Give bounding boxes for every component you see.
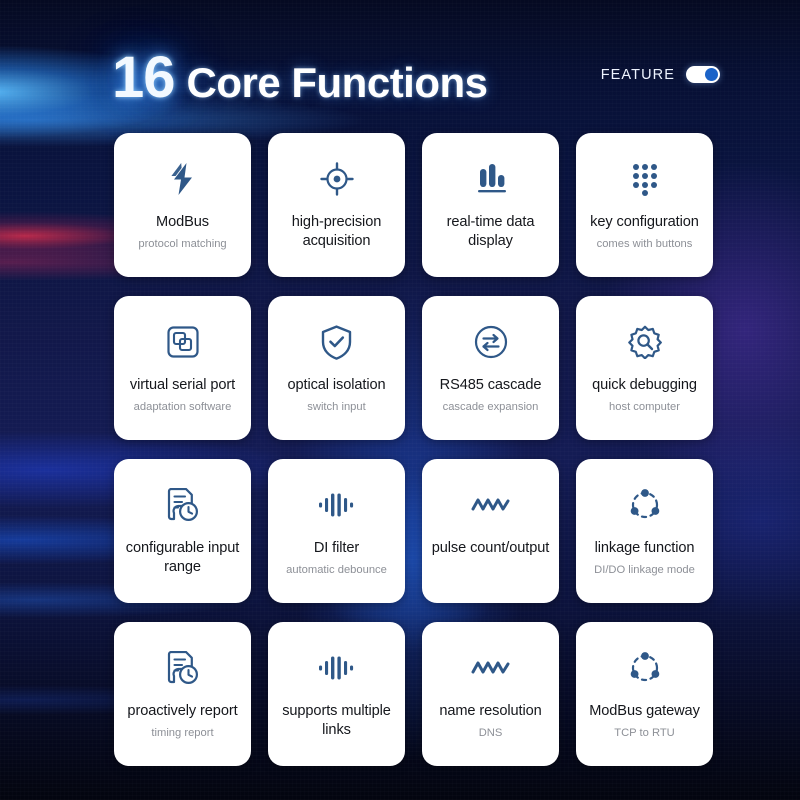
feature-card-title: key configuration bbox=[590, 214, 699, 230]
feature-card-subtitle: host computer bbox=[609, 400, 680, 413]
feature-card[interactable]: high-precision acquisition bbox=[268, 133, 405, 277]
feature-card[interactable]: linkage function DI/DO linkage mode bbox=[576, 459, 713, 603]
feature-cards-grid: ModBus protocol matching high-precision a… bbox=[114, 133, 714, 766]
document-clock-icon bbox=[166, 485, 199, 525]
feature-card-title: supports multiple links bbox=[282, 703, 391, 738]
title-text: Core Functions bbox=[186, 58, 489, 106]
feature-card-title: proactively report bbox=[127, 703, 238, 719]
feature-card[interactable]: proactively report timing report bbox=[114, 622, 251, 766]
overlapping-squares-icon bbox=[166, 322, 200, 362]
feature-card-title: ModBus gateway bbox=[589, 703, 700, 719]
feature-card[interactable]: pulse count/output bbox=[422, 459, 559, 603]
feature-card-title: DI filter bbox=[313, 540, 360, 556]
shield-check-icon bbox=[321, 322, 352, 362]
feature-card[interactable]: configurable input range bbox=[114, 459, 251, 603]
feature-card[interactable]: optical isolation switch input bbox=[268, 296, 405, 440]
feature-card-subtitle: protocol matching bbox=[138, 237, 227, 250]
feature-card-subtitle: switch input bbox=[307, 400, 366, 413]
toggle-knob bbox=[705, 68, 718, 81]
feature-card[interactable]: ModBus gateway TCP to RTU bbox=[576, 622, 713, 766]
feature-card-subtitle: DNS bbox=[478, 726, 503, 739]
feature-card-title: optical isolation bbox=[287, 377, 386, 393]
title-number: 16 bbox=[112, 44, 176, 110]
feature-card-subtitle: cascade expansion bbox=[442, 400, 539, 413]
waveform-bars-icon bbox=[318, 648, 356, 688]
feature-card[interactable]: supports multiple links bbox=[268, 622, 405, 766]
feature-card-subtitle: DI/DO linkage mode bbox=[594, 563, 695, 576]
feature-card-subtitle: comes with buttons bbox=[596, 237, 693, 250]
feature-card[interactable]: ModBus protocol matching bbox=[114, 133, 251, 277]
zigzag-wave-icon bbox=[471, 485, 511, 525]
feature-card[interactable]: DI filter automatic debounce bbox=[268, 459, 405, 603]
feature-card-subtitle: automatic debounce bbox=[286, 563, 387, 576]
document-clock-icon bbox=[166, 648, 199, 688]
share-nodes-icon bbox=[628, 485, 662, 525]
feature-card-title: high-precision acquisition bbox=[291, 214, 382, 249]
gear-search-icon bbox=[627, 322, 662, 362]
feature-toggle-group[interactable]: FEATURE bbox=[601, 66, 720, 83]
feature-card-title: RS485 cascade bbox=[439, 377, 542, 393]
page-title: 16 Core Functions bbox=[112, 44, 488, 111]
keypad-dots-icon bbox=[628, 159, 662, 199]
poster-canvas: 16 Core Functions FEATURE ModBus protocol… bbox=[0, 0, 800, 800]
feature-label: FEATURE bbox=[600, 66, 675, 83]
bar-chart-icon bbox=[474, 159, 508, 199]
feature-card-title: pulse count/output bbox=[431, 540, 550, 556]
header: 16 Core Functions FEATURE bbox=[112, 44, 720, 110]
feature-card-subtitle: adaptation software bbox=[133, 400, 232, 413]
feature-card[interactable]: name resolution DNS bbox=[422, 622, 559, 766]
feature-card[interactable]: quick debugging host computer bbox=[576, 296, 713, 440]
feature-card-subtitle: TCP to RTU bbox=[614, 726, 675, 739]
feature-card-title: real-time data display bbox=[446, 214, 535, 249]
zigzag-wave-icon bbox=[471, 648, 511, 688]
feature-card[interactable]: RS485 cascade cascade expansion bbox=[422, 296, 559, 440]
waveform-bars-icon bbox=[318, 485, 356, 525]
lightning-bolt-icon bbox=[168, 159, 198, 199]
feature-card-subtitle: timing report bbox=[151, 726, 214, 739]
feature-toggle-switch[interactable] bbox=[686, 66, 720, 83]
feature-card-title: ModBus bbox=[156, 214, 209, 230]
feature-card[interactable]: virtual serial port adaptation software bbox=[114, 296, 251, 440]
share-nodes-icon bbox=[628, 648, 662, 688]
feature-card[interactable]: key configuration comes with buttons bbox=[576, 133, 713, 277]
feature-card-title: configurable input range bbox=[125, 540, 240, 575]
feature-card-title: quick debugging bbox=[592, 377, 697, 393]
transfer-arrows-icon bbox=[474, 322, 508, 362]
feature-card[interactable]: real-time data display bbox=[422, 133, 559, 277]
crosshair-target-icon bbox=[319, 159, 354, 199]
feature-card-title: virtual serial port bbox=[129, 377, 236, 393]
feature-card-title: linkage function bbox=[594, 540, 695, 556]
feature-card-title: name resolution bbox=[439, 703, 542, 719]
